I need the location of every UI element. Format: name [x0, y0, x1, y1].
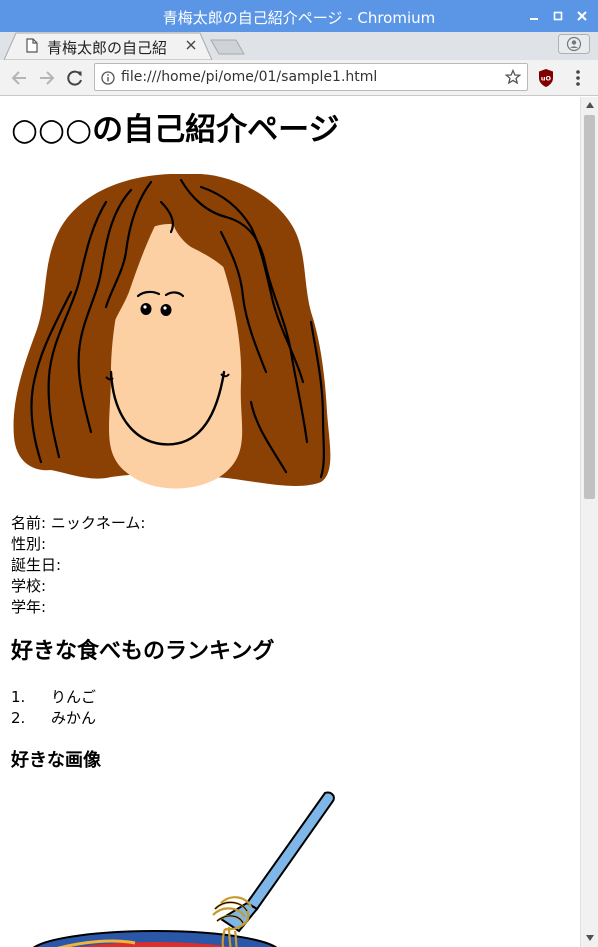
profile-name: 名前: ニックネーム: — [11, 514, 146, 532]
list-item-text: みかん — [51, 709, 97, 727]
profile-grade: 学年: — [11, 598, 47, 616]
new-tab-button[interactable] — [210, 38, 246, 56]
scroll-up-icon[interactable] — [585, 101, 595, 109]
maximize-icon[interactable] — [548, 6, 568, 26]
scroll-down-icon[interactable] — [585, 934, 595, 942]
tab-active[interactable]: 青梅太郎の自己紹 — [4, 32, 212, 60]
image-heading: 好きな画像 — [11, 750, 101, 771]
spaghetti-image — [32, 791, 335, 947]
scrollbar-thumb[interactable] — [584, 115, 595, 499]
list-item-number: 2. — [11, 709, 26, 727]
ranking-list: 1. りんご 2. みかん — [11, 687, 96, 729]
star-icon[interactable] — [504, 68, 522, 89]
list-item: 1. りんご — [11, 687, 96, 708]
window-title: 青梅太郎の自己紹介ページ - Chromium — [162, 9, 436, 27]
list-item: 2. みかん — [11, 708, 96, 729]
browser-toolbar: file:///home/pi/ome/01/sample1.html uO — [0, 60, 598, 96]
page-viewport: ○○○の自己紹介ページ 名前: ニックネーム: 性別: 誕生日: 学校: 学年:… — [0, 97, 580, 947]
avatar-image — [13, 174, 331, 489]
reload-icon[interactable] — [64, 67, 86, 89]
info-icon[interactable] — [101, 70, 115, 89]
back-arrow-icon[interactable] — [8, 67, 30, 89]
profile-gender: 性別: — [11, 535, 47, 553]
close-icon[interactable] — [572, 6, 592, 26]
address-bar[interactable]: file:///home/pi/ome/01/sample1.html — [94, 63, 528, 91]
profile-school: 学校: — [11, 577, 47, 595]
minimize-icon[interactable] — [524, 6, 544, 26]
tab-title: 青梅太郎の自己紹 — [47, 39, 168, 57]
svg-text:uO: uO — [541, 75, 552, 83]
window-titlebar: 青梅太郎の自己紹介ページ - Chromium — [0, 0, 598, 32]
tab-close-icon[interactable] — [184, 38, 198, 52]
document-icon — [26, 38, 38, 57]
list-item-text: りんご — [51, 688, 97, 706]
profile-info: 名前: ニックネーム: 性別: 誕生日: 学校: 学年: — [11, 513, 145, 618]
page-heading: ○○○の自己紹介ページ — [11, 112, 340, 148]
ublock-icon[interactable]: uO — [537, 68, 555, 88]
page-scrollbar[interactable] — [580, 97, 598, 947]
profile-icon[interactable] — [558, 34, 590, 54]
kebab-menu-icon[interactable] — [574, 69, 582, 87]
profile-birthday: 誕生日: — [11, 556, 62, 574]
url-text: file:///home/pi/ome/01/sample1.html — [121, 69, 378, 85]
forward-arrow-icon[interactable] — [36, 67, 58, 89]
list-item-number: 1. — [11, 688, 26, 706]
tab-strip: 青梅太郎の自己紹 — [0, 32, 598, 60]
ranking-heading: 好きな食べものランキング — [11, 639, 275, 664]
